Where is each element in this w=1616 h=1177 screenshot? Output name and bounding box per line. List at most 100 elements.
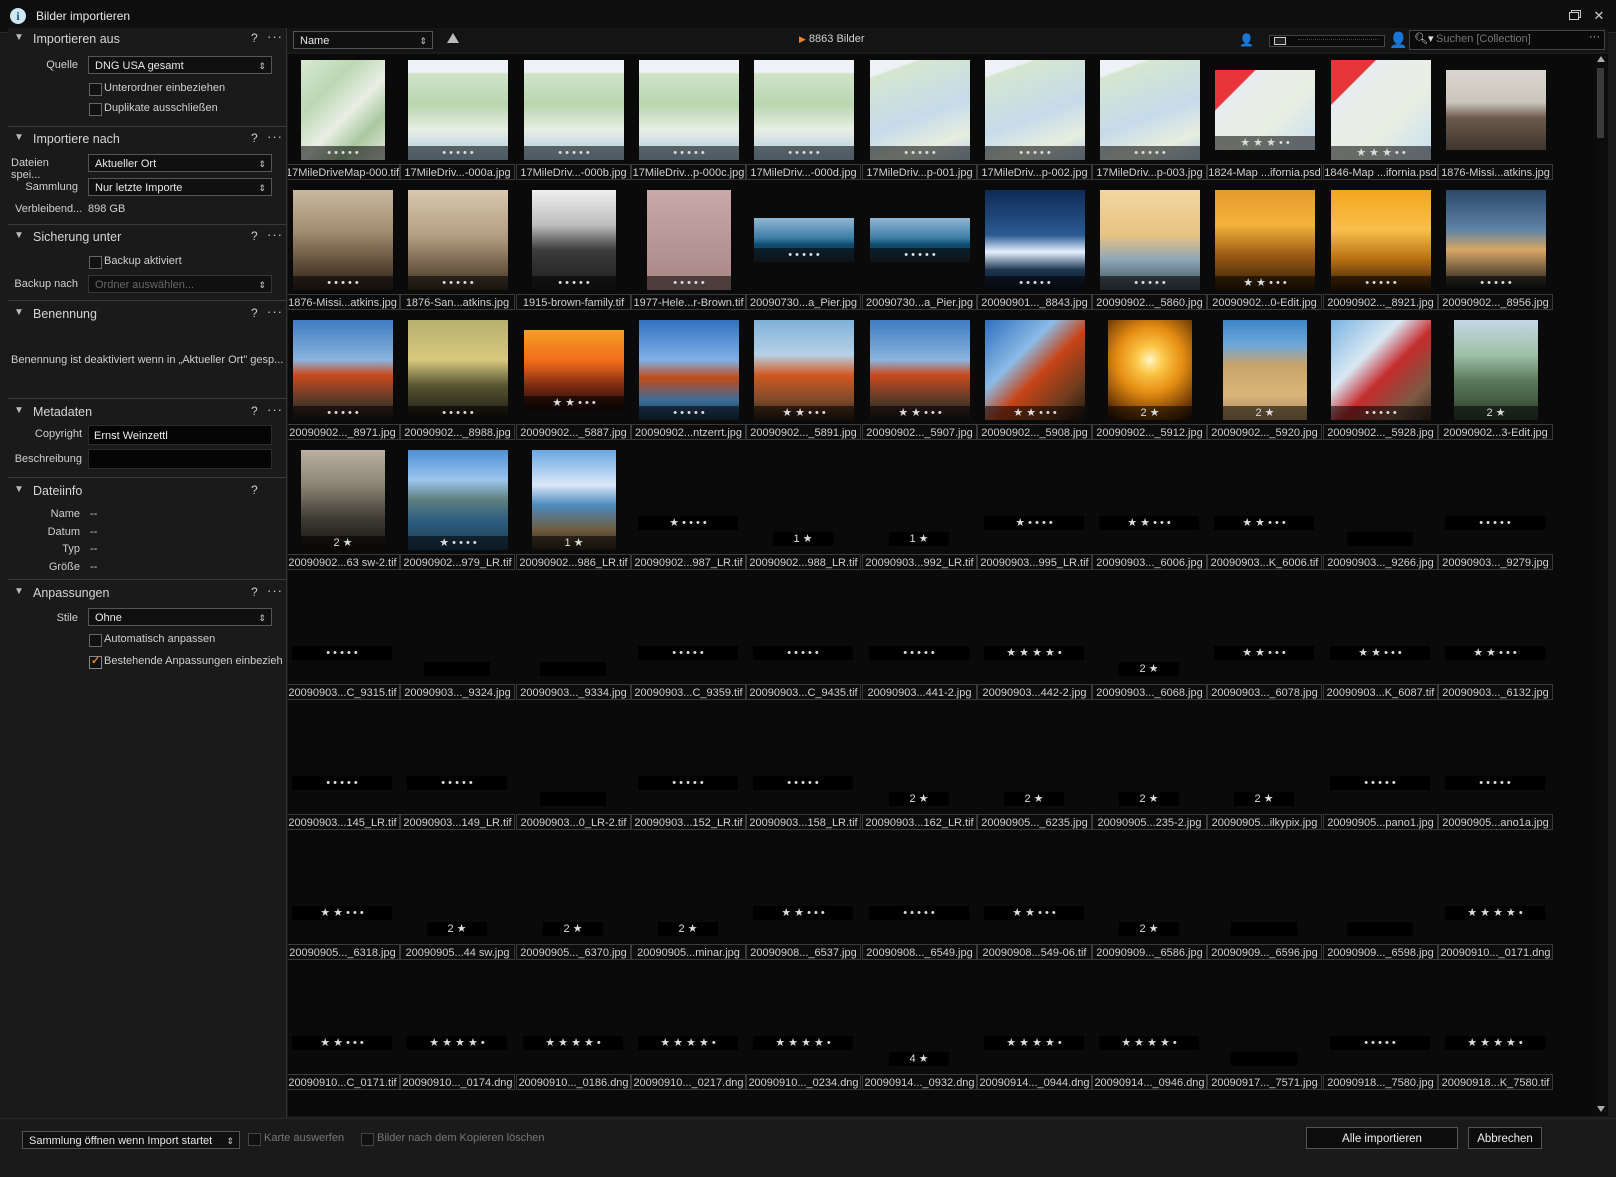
thumbnail-image[interactable] bbox=[754, 60, 854, 160]
thumbnail-cell[interactable]: 20090903...0_LR-2.tif bbox=[516, 706, 632, 836]
scroll-up-icon[interactable] bbox=[1597, 56, 1605, 62]
thumbnail-cell[interactable]: • • • • • 20090903...C_9315.tif bbox=[288, 576, 401, 706]
auto-anpassen-checkbox[interactable] bbox=[89, 634, 102, 647]
thumbnail-cell[interactable]: • • • • • 20090902..._5928.jpg bbox=[1323, 316, 1439, 446]
help-icon[interactable]: ? bbox=[251, 31, 258, 45]
thumbnail-image[interactable] bbox=[1100, 60, 1200, 160]
thumbnail-cell[interactable]: • • • • • 1915-brown-family.tif bbox=[516, 186, 632, 316]
dateien-dropdown[interactable]: Aktueller Ort ⇕ bbox=[88, 154, 272, 172]
rating-stars[interactable]: 2 ★ bbox=[658, 922, 718, 936]
rating-stars[interactable]: 2 ★ bbox=[1454, 406, 1538, 420]
more-icon[interactable]: ··· bbox=[267, 227, 283, 242]
thumbnail-cell[interactable]: • • • • • 17MileDriv...-000d.jpg bbox=[746, 56, 862, 186]
thumbnail-cell[interactable]: 2 ★ 20090902..._5912.jpg bbox=[1092, 316, 1208, 446]
thumbnail-cell[interactable]: ★ • • • • 20090903...995_LR.tif bbox=[977, 446, 1093, 576]
thumbnail-cell[interactable]: ★ ★ ★ ★ • 20090914..._0946.dng bbox=[1092, 966, 1208, 1096]
thumbnail-cell[interactable]: 2 ★ 20090905..._6370.jpg bbox=[516, 836, 632, 966]
rating-stars[interactable]: • • • • • bbox=[408, 146, 508, 160]
rating-stars[interactable]: 2 ★ bbox=[301, 536, 385, 550]
rating-stars[interactable]: • • • • • bbox=[985, 276, 1085, 290]
rating-stars[interactable]: • • • • • bbox=[638, 776, 738, 790]
thumbnail-image[interactable] bbox=[1331, 190, 1431, 290]
thumbnail-cell[interactable]: ★ ★ • • • 20090908..._6537.jpg bbox=[746, 836, 862, 966]
rating-stars[interactable]: • • • • • bbox=[753, 776, 853, 790]
thumbnail-image[interactable] bbox=[532, 450, 616, 550]
thumbnail-image[interactable] bbox=[293, 190, 393, 290]
thumbnail-cell[interactable]: • • • • • 20090903..._9279.jpg bbox=[1438, 446, 1554, 576]
thumbnail-image[interactable] bbox=[524, 60, 624, 160]
rating-stars[interactable]: • • • • • bbox=[301, 146, 385, 160]
help-icon[interactable]: ? bbox=[251, 585, 258, 599]
thumbnail-cell[interactable]: • • • • • 20090902..._8956.jpg bbox=[1438, 186, 1554, 316]
thumbnail-cell[interactable]: • • • • • 20090902..._5860.jpg bbox=[1092, 186, 1208, 316]
thumbnail-cell[interactable]: • • • • • 17MileDriv...p-002.jpg bbox=[977, 56, 1093, 186]
rating-stars[interactable]: • • • • • bbox=[870, 146, 970, 160]
open-option-dropdown[interactable]: Sammlung öffnen wenn Import startet ⇕ bbox=[22, 1131, 240, 1149]
section-header[interactable]: ▼ Importieren aus ? ··· bbox=[8, 28, 286, 50]
rating-stars[interactable]: ★ • • • • bbox=[638, 516, 738, 530]
restore-window-icon[interactable] bbox=[1564, 6, 1586, 26]
thumbnail-size-slider[interactable] bbox=[1269, 35, 1385, 47]
thumbnail-cell[interactable]: ★ ★ ★ ★ • 20090910..._0174.dng bbox=[400, 966, 516, 1096]
rating-stars[interactable] bbox=[1231, 1052, 1297, 1066]
thumbnail-cell[interactable]: ★ ★ • • • 20090908...549-06.tif bbox=[977, 836, 1093, 966]
rating-stars[interactable]: ★ • • • • bbox=[984, 516, 1084, 530]
slider-thumb[interactable] bbox=[1274, 37, 1286, 45]
backup-nach-dropdown[interactable]: Ordner auswählen... ⇕ bbox=[88, 275, 272, 293]
thumbnail-cell[interactable]: • • • • • 1876-San...atkins.jpg bbox=[400, 186, 516, 316]
rating-stars[interactable]: • • • • • bbox=[1331, 276, 1431, 290]
thumbnail-cell[interactable]: ★ ★ • • • 20090910...C_0171.tif bbox=[288, 966, 401, 1096]
thumbnail-cell[interactable]: 1 ★ 20090902...988_LR.tif bbox=[746, 446, 862, 576]
thumbnail-image[interactable] bbox=[532, 190, 616, 290]
thumbnail-cell[interactable]: 20090917..._7571.jpg bbox=[1207, 966, 1323, 1096]
more-icon[interactable]: ··· bbox=[267, 402, 283, 417]
bestehende-checkbox[interactable] bbox=[89, 654, 102, 669]
thumbnail-cell[interactable]: 20090903..._9266.jpg bbox=[1323, 446, 1439, 576]
section-header[interactable]: ▼ Importiere nach ? ··· bbox=[8, 128, 286, 150]
chevron-down-icon[interactable]: ▼ bbox=[14, 132, 24, 143]
sort-ascending-icon[interactable] bbox=[447, 33, 459, 43]
rating-stars[interactable]: ★ ★ • • • bbox=[870, 406, 970, 420]
scrollbar-thumb[interactable] bbox=[1597, 68, 1604, 138]
rating-stars[interactable]: • • • • • bbox=[292, 646, 392, 660]
section-header[interactable]: ▼ Sicherung unter ? ··· bbox=[8, 226, 286, 248]
thumbnail-image[interactable] bbox=[1100, 190, 1200, 290]
more-icon[interactable]: ··· bbox=[1589, 31, 1600, 43]
thumbnail-cell[interactable]: 2 ★ 20090905...ilkypix.jpg bbox=[1207, 706, 1323, 836]
thumbnail-cell[interactable]: • • • • • 20090902..._8921.jpg bbox=[1323, 186, 1439, 316]
rating-stars[interactable]: 2 ★ bbox=[889, 792, 949, 806]
thumbnail-cell[interactable]: ★ ★ ★ ★ • 20090903...442-2.jpg bbox=[977, 576, 1093, 706]
chevron-down-icon[interactable]: ▼ bbox=[14, 230, 24, 241]
rating-stars[interactable]: • • • • • bbox=[1330, 776, 1430, 790]
help-icon[interactable]: ? bbox=[251, 404, 258, 418]
rating-stars[interactable]: • • • • • bbox=[754, 248, 854, 262]
rating-stars[interactable]: ★ ★ • • • bbox=[753, 906, 853, 920]
rating-stars[interactable]: • • • • • bbox=[532, 276, 616, 290]
thumbnail-cell[interactable]: • • • • • 17MileDriv...p-001.jpg bbox=[862, 56, 978, 186]
rating-stars[interactable]: • • • • • bbox=[408, 406, 508, 420]
thumbnail-cell[interactable]: 2 ★ 20090905...minar.jpg bbox=[631, 836, 747, 966]
thumbnail-image[interactable] bbox=[985, 60, 1085, 160]
thumbnail-cell[interactable]: • • • • • 17MileDriveMap-000.tif bbox=[288, 56, 401, 186]
thumbnail-cell[interactable]: 2 ★ 20090905...235-2.jpg bbox=[1092, 706, 1208, 836]
rating-stars[interactable]: ★ ★ • • • bbox=[1445, 646, 1545, 660]
thumbnail-cell[interactable]: • • • • • 20090905...ano1a.jpg bbox=[1438, 706, 1554, 836]
thumbnail-image[interactable] bbox=[754, 320, 854, 420]
thumbnail-cell[interactable]: ★ ★ • • • 20090902..._5908.jpg bbox=[977, 316, 1093, 446]
thumbnail-cell[interactable]: 20090903..._9324.jpg bbox=[400, 576, 516, 706]
more-icon[interactable]: ··· bbox=[267, 583, 283, 598]
thumbnail-image[interactable] bbox=[985, 190, 1085, 290]
help-icon[interactable]: ? bbox=[251, 483, 258, 497]
thumbnail-cell[interactable]: • • • • • 1977-Hele...r-Brown.tif bbox=[631, 186, 747, 316]
thumbnail-cell[interactable]: ★ ★ ★ ★ • 20090910..._0234.dng bbox=[746, 966, 862, 1096]
quelle-dropdown[interactable]: DNG USA gesamt ⇕ bbox=[88, 56, 272, 74]
rating-stars[interactable]: • • • • • bbox=[870, 248, 970, 262]
stile-dropdown[interactable]: Ohne ⇕ bbox=[88, 608, 272, 626]
thumbnail-image[interactable] bbox=[301, 450, 385, 550]
help-icon[interactable]: ? bbox=[251, 306, 258, 320]
thumbnail-cell[interactable]: • • • • • 20090918..._7580.jpg bbox=[1323, 966, 1439, 1096]
search-icon[interactable]: 🔍︎▾ bbox=[1414, 32, 1434, 45]
thumbnail-cell[interactable]: 2 ★ 20090909..._6586.jpg bbox=[1092, 836, 1208, 966]
thumbnail-cell[interactable]: 20090909..._6596.jpg bbox=[1207, 836, 1323, 966]
rating-stars[interactable]: ★ • • • • bbox=[408, 536, 508, 550]
